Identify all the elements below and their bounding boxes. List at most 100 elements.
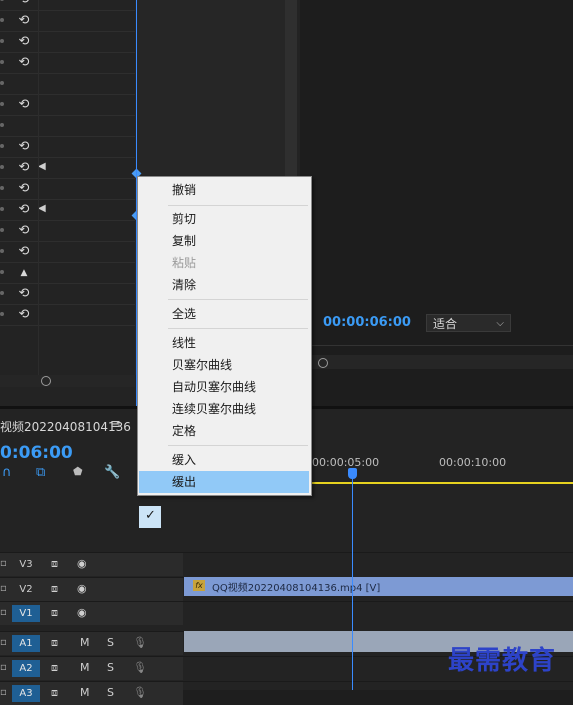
sync-lock-icon[interactable]: ⧈ [51,636,58,650]
program-zoom-handle[interactable] [318,358,328,368]
reset-parameter-icon[interactable]: ⟲ [16,307,32,323]
microphone-icon[interactable]: 🎙 [133,636,147,649]
ruler-label: 00:00:05:00 [312,456,380,469]
effect-controls-divider [38,0,39,375]
menu-item[interactable]: 复制 [139,230,309,252]
row-bullet [0,228,4,232]
reset-parameter-icon[interactable]: ⟲ [16,34,32,50]
row-bullet [0,270,4,274]
reset-parameter-icon[interactable]: ⟲ [16,160,32,176]
work-area-bar[interactable] [310,482,573,484]
reset-parameter-icon[interactable]: ⟲ [16,55,32,71]
menu-item[interactable]: 全选 [139,303,309,325]
menu-item[interactable]: 连续贝塞尔曲线 [139,398,309,420]
solo-button[interactable]: S [107,686,114,699]
microphone-icon[interactable]: 🎙 [133,686,147,699]
lock-icon[interactable]: ▫ [0,583,7,594]
menu-item: 粘贴 [172,256,197,270]
track-a3: ▫ A3 ⧈ M S 🎙 [0,681,573,705]
track-target-toggle[interactable]: A1 [12,635,40,652]
program-scrollbar[interactable] [310,355,573,369]
menu-item[interactable]: 定格 [139,420,309,442]
menu-separator [168,445,308,446]
sync-lock-icon[interactable]: ⧈ [51,606,58,620]
effect-property-row: ⟲ [0,11,135,32]
linked-selection-icon[interactable]: ⧉ [36,465,45,480]
eye-icon[interactable]: ◉ [77,557,87,570]
menu-item[interactable]: 缓入 [139,449,309,471]
reset-parameter-icon[interactable]: ⟲ [16,139,32,155]
track-target-toggle[interactable]: A2 [12,660,40,677]
panel-menu-icon[interactable]: ≡ [110,417,121,432]
solo-button[interactable]: S [107,636,114,649]
row-bullet [0,39,4,43]
mute-button[interactable]: M [80,686,90,699]
menu-separator [168,328,308,329]
track-target-toggle[interactable]: A3 [12,685,40,702]
lock-icon[interactable]: ▫ [0,637,7,648]
effect-property-row: ⟲ [0,242,135,263]
track-target-toggle[interactable]: V3 [12,556,40,573]
mute-button[interactable]: M [80,636,90,649]
menu-item[interactable]: 剪切 [139,208,309,230]
snap-magnet-icon[interactable]: ∩ [2,465,12,480]
keyframe-nav-icon[interactable]: ◀ [38,161,46,172]
mute-button[interactable]: M [80,661,90,674]
collapse-icon[interactable]: ▲ [16,265,32,281]
keyframe-context-menu: ✓ 撤销 剪切 复制 粘贴 清除 全选 线性 贝塞尔曲线 自动贝塞尔曲线 连续贝塞尔曲线 定格 缓入缓… [137,176,312,528]
track-v3: ▫ V3 ⧈ ◉ [0,552,573,576]
track-header: ▫ A1 ⧈ M S 🎙 [0,632,183,655]
track-target-toggle[interactable]: V2 [12,581,40,598]
fit-zoom-label: 适合 [433,317,458,331]
menu-item[interactable]: 清除 [139,274,309,296]
menu-item[interactable]: 缓出 [139,471,309,493]
row-bullet [0,60,4,64]
row-bullet [0,207,4,211]
reset-parameter-icon[interactable]: ⟲ [16,244,32,260]
reset-parameter-icon[interactable]: ⟲ [16,223,32,239]
program-monitor [300,0,573,400]
video-clip-label: QQ视频20220408104136.mp4 [V] [212,583,381,594]
eye-icon[interactable]: ◉ [77,582,87,595]
row-bullet [0,291,4,295]
sync-lock-icon[interactable]: ⧈ [51,661,58,675]
timeline-playhead[interactable] [352,470,353,690]
reset-parameter-icon[interactable]: ⟲ [16,97,32,113]
reset-parameter-icon[interactable]: ⟲ [16,202,32,218]
menu-item[interactable]: 撤销 [139,179,309,201]
menu-item[interactable]: 线性 [139,332,309,354]
reset-parameter-icon[interactable]: ⟲ [16,181,32,197]
wrench-icon[interactable]: 🔧 [104,465,120,480]
reset-parameter-icon[interactable]: ⟲ [16,0,32,8]
fit-zoom-dropdown[interactable]: 适合 ⌵ [426,314,511,332]
reset-parameter-icon[interactable]: ⟲ [16,286,32,302]
effect-property-row: ⟲ [0,305,135,326]
lock-icon[interactable]: ▫ [0,558,7,569]
effect-property-row: ▲ [0,263,135,284]
effect-controls-scrollbar[interactable] [0,375,135,387]
solo-button[interactable]: S [107,661,114,674]
sync-lock-icon[interactable]: ⧈ [51,582,58,596]
lock-icon[interactable]: ▫ [0,687,7,698]
program-timecode[interactable]: 00:00:06:00 [323,315,411,330]
sync-lock-icon[interactable]: ⧈ [51,557,58,571]
microphone-icon[interactable]: 🎙 [133,661,147,674]
track-target-toggle[interactable]: V1 [12,605,40,622]
reset-parameter-icon[interactable]: ⟲ [16,13,32,29]
row-bullet [0,18,4,22]
row-bullet [0,102,4,106]
menu-item[interactable]: 自动贝塞尔曲线 [139,376,309,398]
keyframe-nav-icon[interactable]: ◀ [38,203,46,214]
row-bullet [0,165,4,169]
lock-icon[interactable]: ▫ [0,662,7,673]
effect-property-row: ⟲ [0,284,135,305]
add-marker-icon[interactable]: ⬟ [73,465,83,478]
effect-controls-zoom-handle[interactable] [41,376,51,386]
timeline-timecode[interactable]: 0:06:00 [0,443,73,463]
effect-controls-vertical-scrollbar[interactable] [285,0,297,200]
row-bullet [0,144,4,148]
lock-icon[interactable]: ▫ [0,607,7,618]
sync-lock-icon[interactable]: ⧈ [51,686,58,700]
eye-icon[interactable]: ◉ [77,606,87,619]
menu-item[interactable]: 贝塞尔曲线 [139,354,309,376]
